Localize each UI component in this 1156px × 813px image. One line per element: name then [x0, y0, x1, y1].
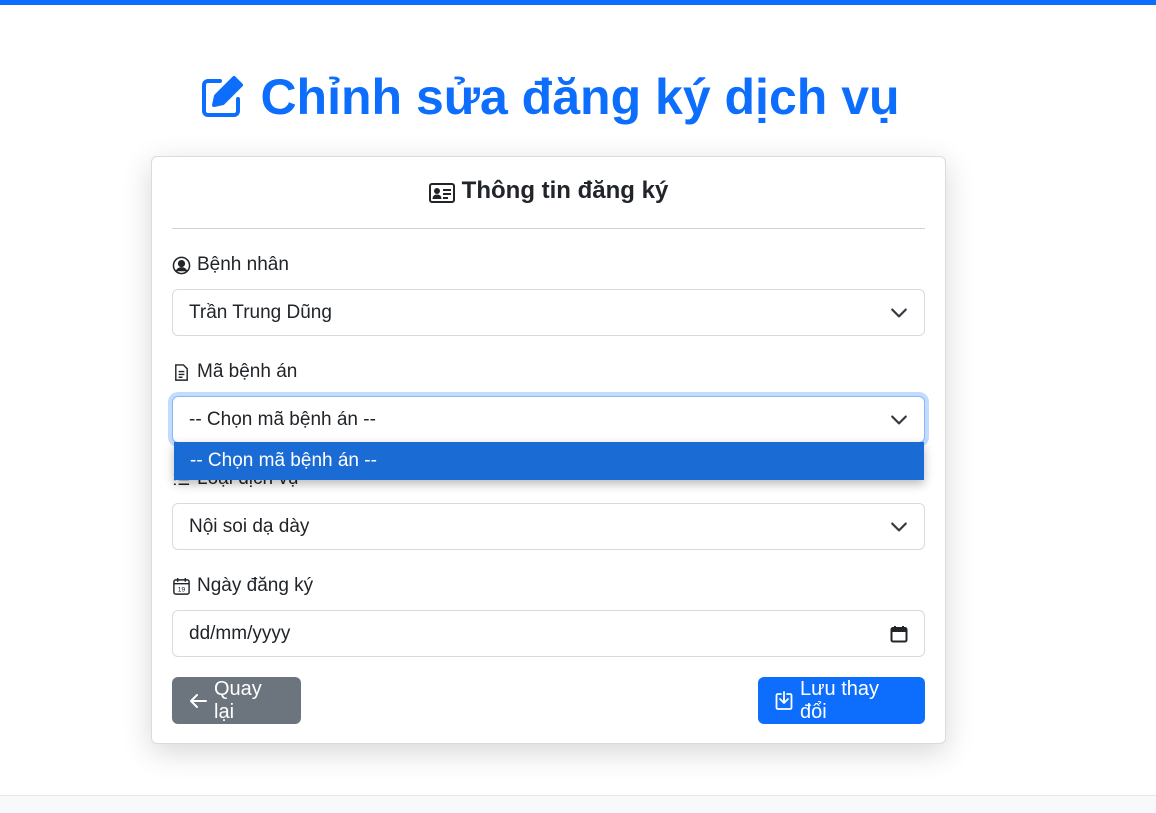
chevron-down-icon	[890, 518, 908, 536]
record-select[interactable]: -- Chọn mã bệnh án --	[172, 396, 925, 443]
card-header: Thông tin đăng ký	[172, 177, 925, 229]
edit-square-icon	[198, 73, 246, 121]
person-vcard-icon	[428, 177, 455, 204]
person-circle-icon	[172, 256, 191, 275]
record-label: Mã bệnh án	[172, 361, 297, 383]
top-accent-bar	[0, 0, 1156, 5]
patient-select-value: Trần Trung Dũng	[189, 301, 332, 323]
patient-label-text: Bệnh nhân	[197, 254, 289, 275]
back-button[interactable]: Quay lại	[172, 677, 301, 724]
chevron-down-icon	[890, 411, 908, 429]
record-dropdown-list: -- Chọn mã bệnh án --	[174, 442, 924, 480]
service-type-select-value: Nội soi dạ dày	[189, 515, 310, 537]
chevron-down-icon	[890, 304, 908, 322]
calendar-icon: 19	[172, 577, 191, 596]
register-date-placeholder: dd/mm/yyyy	[189, 622, 291, 644]
record-select-value: -- Chọn mã bệnh án --	[189, 408, 376, 430]
save-changes-button[interactable]: Lưu thay đổi	[758, 677, 925, 724]
footer-strip	[0, 795, 1156, 813]
download-box-icon	[774, 690, 794, 711]
svg-text:19: 19	[178, 586, 186, 593]
back-button-label: Quay lại	[214, 677, 262, 723]
register-date-input[interactable]: dd/mm/yyyy	[172, 610, 925, 657]
service-type-select[interactable]: Nội soi dạ dày	[172, 503, 925, 550]
record-label-text: Mã bệnh án	[197, 361, 298, 382]
file-text-icon	[172, 363, 191, 382]
patient-select[interactable]: Trần Trung Dũng	[172, 289, 925, 336]
page-title-text: Chỉnh sửa đăng ký dịch vụ	[260, 69, 900, 125]
patient-label: Bệnh nhân	[172, 254, 289, 276]
register-date-label-text: Ngày đăng ký	[197, 575, 314, 596]
register-date-label: 19 Ngày đăng ký	[172, 575, 313, 597]
record-option-placeholder[interactable]: -- Chọn mã bệnh án --	[174, 442, 924, 480]
card-header-title: Thông tin đăng ký	[461, 177, 669, 204]
page-title: Chỉnh sửa đăng ký dịch vụ	[0, 68, 1098, 126]
calendar-picker-icon[interactable]	[890, 625, 908, 643]
arrow-left-icon	[188, 691, 208, 711]
save-changes-button-label: Lưu thay đổi	[800, 677, 879, 723]
